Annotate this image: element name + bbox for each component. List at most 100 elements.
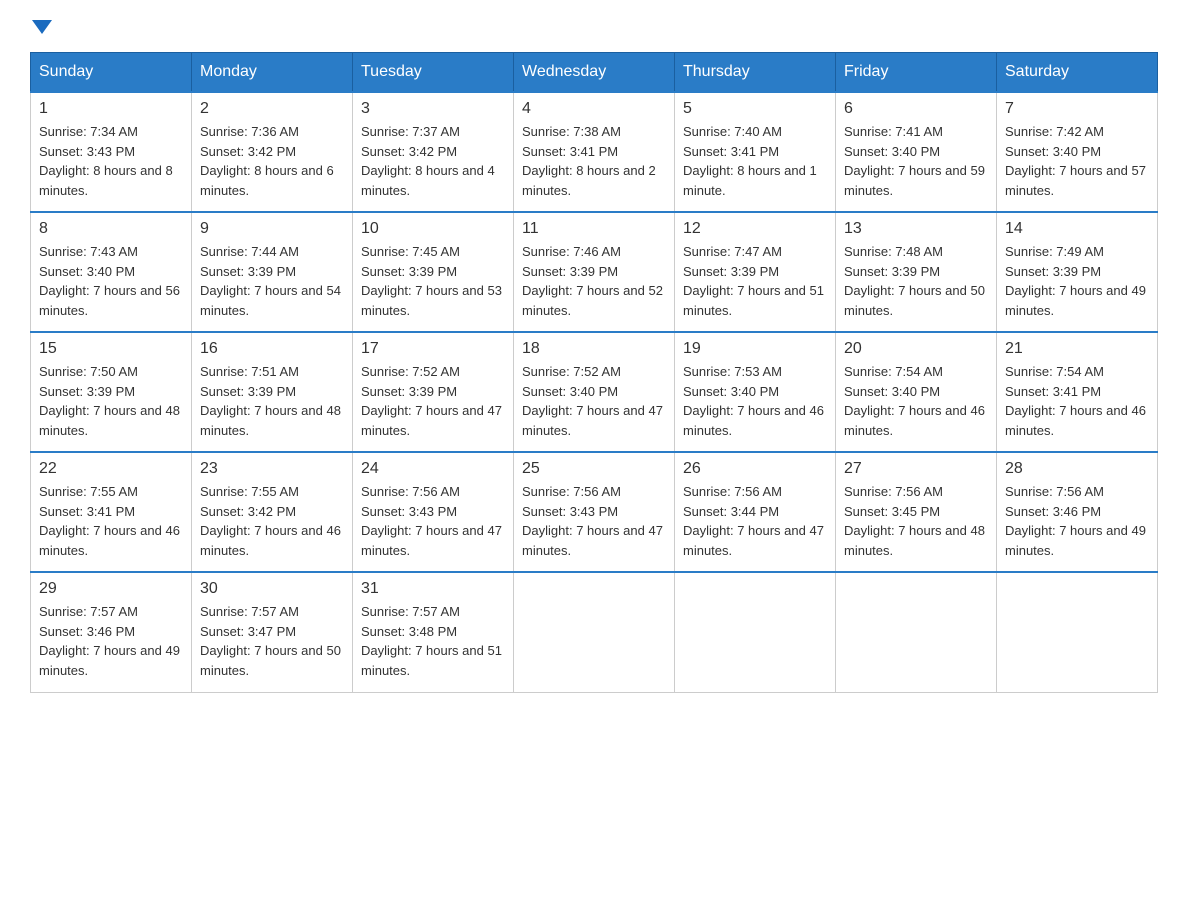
day-info: Sunrise: 7:57 AM Sunset: 3:48 PM Dayligh…	[361, 602, 505, 680]
day-info: Sunrise: 7:56 AM Sunset: 3:44 PM Dayligh…	[683, 482, 827, 560]
daylight-label: Daylight: 7 hours and 51 minutes.	[683, 283, 824, 318]
day-number: 12	[683, 220, 827, 238]
sunrise-label: Sunrise: 7:52 AM	[361, 364, 460, 379]
sunset-label: Sunset: 3:43 PM	[361, 504, 457, 519]
day-number: 27	[844, 460, 988, 478]
sunset-label: Sunset: 3:39 PM	[683, 264, 779, 279]
sunset-label: Sunset: 3:40 PM	[683, 384, 779, 399]
logo	[30, 20, 52, 34]
calendar-table: SundayMondayTuesdayWednesdayThursdayFrid…	[30, 52, 1158, 693]
calendar-day-cell: 11 Sunrise: 7:46 AM Sunset: 3:39 PM Dayl…	[514, 212, 675, 332]
sunrise-label: Sunrise: 7:38 AM	[522, 124, 621, 139]
calendar-day-cell: 24 Sunrise: 7:56 AM Sunset: 3:43 PM Dayl…	[353, 452, 514, 572]
sunset-label: Sunset: 3:48 PM	[361, 624, 457, 639]
sunset-label: Sunset: 3:40 PM	[522, 384, 618, 399]
header-friday: Friday	[836, 53, 997, 93]
sunrise-label: Sunrise: 7:51 AM	[200, 364, 299, 379]
day-info: Sunrise: 7:57 AM Sunset: 3:47 PM Dayligh…	[200, 602, 344, 680]
header-sunday: Sunday	[31, 53, 192, 93]
sunrise-label: Sunrise: 7:57 AM	[39, 604, 138, 619]
sunset-label: Sunset: 3:39 PM	[844, 264, 940, 279]
day-number: 3	[361, 100, 505, 118]
sunrise-label: Sunrise: 7:44 AM	[200, 244, 299, 259]
day-info: Sunrise: 7:56 AM Sunset: 3:45 PM Dayligh…	[844, 482, 988, 560]
sunset-label: Sunset: 3:43 PM	[39, 144, 135, 159]
day-number: 1	[39, 100, 183, 118]
sunrise-label: Sunrise: 7:40 AM	[683, 124, 782, 139]
day-info: Sunrise: 7:55 AM Sunset: 3:42 PM Dayligh…	[200, 482, 344, 560]
day-info: Sunrise: 7:49 AM Sunset: 3:39 PM Dayligh…	[1005, 242, 1149, 320]
sunrise-label: Sunrise: 7:57 AM	[200, 604, 299, 619]
sunset-label: Sunset: 3:39 PM	[522, 264, 618, 279]
sunrise-label: Sunrise: 7:46 AM	[522, 244, 621, 259]
day-number: 29	[39, 580, 183, 598]
day-number: 30	[200, 580, 344, 598]
sunrise-label: Sunrise: 7:55 AM	[39, 484, 138, 499]
calendar-day-cell: 7 Sunrise: 7:42 AM Sunset: 3:40 PM Dayli…	[997, 92, 1158, 212]
sunset-label: Sunset: 3:45 PM	[844, 504, 940, 519]
sunset-label: Sunset: 3:39 PM	[200, 264, 296, 279]
daylight-label: Daylight: 7 hours and 47 minutes.	[522, 523, 663, 558]
calendar-day-cell: 21 Sunrise: 7:54 AM Sunset: 3:41 PM Dayl…	[997, 332, 1158, 452]
daylight-label: Daylight: 7 hours and 59 minutes.	[844, 163, 985, 198]
daylight-label: Daylight: 7 hours and 53 minutes.	[361, 283, 502, 318]
calendar-day-cell: 4 Sunrise: 7:38 AM Sunset: 3:41 PM Dayli…	[514, 92, 675, 212]
sunset-label: Sunset: 3:42 PM	[361, 144, 457, 159]
sunrise-label: Sunrise: 7:48 AM	[844, 244, 943, 259]
calendar-day-cell: 22 Sunrise: 7:55 AM Sunset: 3:41 PM Dayl…	[31, 452, 192, 572]
calendar-day-cell: 27 Sunrise: 7:56 AM Sunset: 3:45 PM Dayl…	[836, 452, 997, 572]
header-monday: Monday	[192, 53, 353, 93]
calendar-day-cell: 25 Sunrise: 7:56 AM Sunset: 3:43 PM Dayl…	[514, 452, 675, 572]
day-number: 13	[844, 220, 988, 238]
day-info: Sunrise: 7:46 AM Sunset: 3:39 PM Dayligh…	[522, 242, 666, 320]
calendar-day-cell: 3 Sunrise: 7:37 AM Sunset: 3:42 PM Dayli…	[353, 92, 514, 212]
calendar-day-cell: 1 Sunrise: 7:34 AM Sunset: 3:43 PM Dayli…	[31, 92, 192, 212]
calendar-day-cell: 28 Sunrise: 7:56 AM Sunset: 3:46 PM Dayl…	[997, 452, 1158, 572]
header-tuesday: Tuesday	[353, 53, 514, 93]
sunset-label: Sunset: 3:43 PM	[522, 504, 618, 519]
daylight-label: Daylight: 7 hours and 50 minutes.	[844, 283, 985, 318]
sunset-label: Sunset: 3:39 PM	[39, 384, 135, 399]
day-number: 19	[683, 340, 827, 358]
daylight-label: Daylight: 7 hours and 49 minutes.	[39, 643, 180, 678]
day-number: 18	[522, 340, 666, 358]
day-number: 8	[39, 220, 183, 238]
calendar-day-cell: 31 Sunrise: 7:57 AM Sunset: 3:48 PM Dayl…	[353, 572, 514, 692]
calendar-week-row: 8 Sunrise: 7:43 AM Sunset: 3:40 PM Dayli…	[31, 212, 1158, 332]
daylight-label: Daylight: 7 hours and 46 minutes.	[39, 523, 180, 558]
daylight-label: Daylight: 7 hours and 46 minutes.	[200, 523, 341, 558]
day-info: Sunrise: 7:40 AM Sunset: 3:41 PM Dayligh…	[683, 122, 827, 200]
day-number: 20	[844, 340, 988, 358]
day-info: Sunrise: 7:45 AM Sunset: 3:39 PM Dayligh…	[361, 242, 505, 320]
sunrise-label: Sunrise: 7:54 AM	[844, 364, 943, 379]
calendar-week-row: 1 Sunrise: 7:34 AM Sunset: 3:43 PM Dayli…	[31, 92, 1158, 212]
day-info: Sunrise: 7:52 AM Sunset: 3:39 PM Dayligh…	[361, 362, 505, 440]
calendar-day-cell: 5 Sunrise: 7:40 AM Sunset: 3:41 PM Dayli…	[675, 92, 836, 212]
sunrise-label: Sunrise: 7:56 AM	[361, 484, 460, 499]
day-info: Sunrise: 7:51 AM Sunset: 3:39 PM Dayligh…	[200, 362, 344, 440]
day-number: 16	[200, 340, 344, 358]
sunrise-label: Sunrise: 7:43 AM	[39, 244, 138, 259]
day-info: Sunrise: 7:47 AM Sunset: 3:39 PM Dayligh…	[683, 242, 827, 320]
sunset-label: Sunset: 3:42 PM	[200, 504, 296, 519]
sunrise-label: Sunrise: 7:37 AM	[361, 124, 460, 139]
day-number: 22	[39, 460, 183, 478]
sunset-label: Sunset: 3:41 PM	[39, 504, 135, 519]
sunrise-label: Sunrise: 7:47 AM	[683, 244, 782, 259]
day-number: 21	[1005, 340, 1149, 358]
day-info: Sunrise: 7:53 AM Sunset: 3:40 PM Dayligh…	[683, 362, 827, 440]
logo-arrow-icon	[32, 20, 52, 34]
sunset-label: Sunset: 3:40 PM	[39, 264, 135, 279]
sunrise-label: Sunrise: 7:53 AM	[683, 364, 782, 379]
sunrise-label: Sunrise: 7:34 AM	[39, 124, 138, 139]
sunrise-label: Sunrise: 7:49 AM	[1005, 244, 1104, 259]
daylight-label: Daylight: 8 hours and 2 minutes.	[522, 163, 656, 198]
day-info: Sunrise: 7:56 AM Sunset: 3:46 PM Dayligh…	[1005, 482, 1149, 560]
header-thursday: Thursday	[675, 53, 836, 93]
daylight-label: Daylight: 7 hours and 52 minutes.	[522, 283, 663, 318]
sunset-label: Sunset: 3:39 PM	[1005, 264, 1101, 279]
daylight-label: Daylight: 7 hours and 49 minutes.	[1005, 283, 1146, 318]
calendar-week-row: 15 Sunrise: 7:50 AM Sunset: 3:39 PM Dayl…	[31, 332, 1158, 452]
calendar-day-cell: 9 Sunrise: 7:44 AM Sunset: 3:39 PM Dayli…	[192, 212, 353, 332]
calendar-day-cell: 8 Sunrise: 7:43 AM Sunset: 3:40 PM Dayli…	[31, 212, 192, 332]
